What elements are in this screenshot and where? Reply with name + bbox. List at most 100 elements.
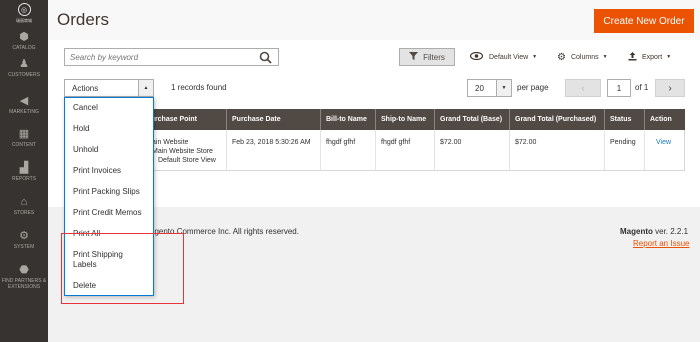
default-view-label: Default View [489,53,529,61]
per-page-select[interactable]: 20 ▼ [467,79,512,97]
admin-sidebar: ◎ 瑞丽商城 ⬢ CATALOG ♟ CUSTOMERS ◀ MARKETING… [0,0,48,342]
page-count: of 1 [635,83,649,92]
sidebar-item-label: REPORTS [11,176,37,182]
column-header-bill-to-name[interactable]: Bill-to Name [326,109,367,130]
sidebar-item-stores[interactable]: ⌂ STORES [0,196,48,216]
eye-icon [469,51,484,62]
per-page-label: per page [517,83,549,92]
columns-label: Columns [570,53,599,61]
cell-ship-to-name: fhgdf gfhf [381,139,411,146]
search-field[interactable] [64,48,279,66]
footer-copyright: agento Commerce Inc. All rights reserved… [150,227,299,236]
store-logo[interactable]: ◎ 瑞丽商城 [6,0,42,30]
sidebar-item-label: FIND PARTNERS & EXTENSIONS [1,278,47,290]
column-divider [604,109,605,130]
cell-purchase-point-1: ain Website [152,139,189,146]
search-input[interactable] [70,50,250,64]
chevron-left-icon: ‹ [581,82,585,94]
sidebar-item-label: MARKETING [9,109,39,115]
search-icon[interactable] [258,51,272,64]
columns-dropdown[interactable]: ⚙ Columns ▼ [557,49,608,65]
column-divider [226,109,227,130]
reports-icon: ▟ [19,162,29,174]
column-header-status[interactable]: Status [610,109,631,130]
filters-button[interactable]: Filters [399,48,455,66]
next-page-button[interactable]: › [655,79,685,97]
menu-item-print-shipping-labels[interactable]: Print Shipping Labels [73,250,143,270]
column-divider [434,109,435,130]
chevron-down-icon[interactable]: ▼ [496,80,511,96]
filter-icon [409,52,419,62]
menu-item-print-invoices[interactable]: Print Invoices [73,166,121,176]
sidebar-item-label: CONTENT [11,142,37,148]
view-order-link[interactable]: View [656,138,671,147]
column-header-purchase-date[interactable]: Purchase Date [232,109,281,130]
column-header-grand-total-purchased[interactable]: Grand Total (Purchased) [515,109,596,130]
sidebar-item-reports[interactable]: ▟ REPORTS [0,162,48,182]
system-icon: ⚙ [19,230,29,242]
gear-icon: ⚙ [557,51,566,63]
report-issue-link[interactable]: Report an Issue [633,239,689,248]
menu-item-unhold[interactable]: Unhold [73,145,98,155]
previous-page-button[interactable]: ‹ [565,79,601,97]
stores-icon: ⌂ [20,196,28,208]
logo-icon: ◎ [17,3,31,16]
sidebar-item-marketing[interactable]: ◀ MARKETING [0,95,48,115]
chevron-down-icon: ▼ [602,54,608,60]
cell-bill-to-name: fhgdf gfhf [326,139,356,146]
page-title: Orders [57,10,109,29]
cell-purchase-point-3: Default Store View [158,157,216,164]
cell-divider [644,130,645,171]
actions-select[interactable]: Actions ▲ [64,79,154,97]
cell-grand-total-base: $72.00 [440,139,462,146]
sidebar-item-content[interactable]: ▦ CONTENT [0,128,48,148]
column-header-grand-total-base[interactable]: Grand Total (Base) [440,109,502,130]
sidebar-item-label: SYSTEM [13,244,35,250]
chevron-up-icon[interactable]: ▲ [138,80,153,96]
sidebar-item-system[interactable]: ⚙ SYSTEM [0,230,48,250]
menu-item-cancel[interactable]: Cancel [73,103,98,113]
sidebar-item-label: STORES [13,210,35,216]
cell-divider [604,130,605,171]
menu-item-hold[interactable]: Hold [73,124,89,134]
column-divider [509,109,510,130]
sidebar-item-catalog[interactable]: ⬢ CATALOG [0,31,48,51]
export-icon [628,51,637,63]
cell-divider [375,130,376,171]
menu-item-print-all[interactable]: Print All [73,229,100,239]
export-dropdown[interactable]: Export ▼ [628,49,671,65]
sidebar-item-customers[interactable]: ♟ CUSTOMERS [0,58,48,78]
page-number-input[interactable]: 1 [607,79,631,97]
chevron-down-icon: ▼ [532,54,538,60]
export-label: Export [642,53,663,61]
menu-item-print-packing-slips[interactable]: Print Packing Slips [73,187,140,197]
chevron-right-icon: › [668,82,672,94]
partners-icon: ⬣ [19,264,29,276]
cell-divider [320,130,321,171]
cell-divider [434,130,435,171]
actions-label: Actions [72,83,99,93]
cell-grand-total-purchased: $72.00 [515,139,537,146]
cell-purchase-point-2: Main Website Store [152,148,213,155]
filters-label: Filters [423,52,445,62]
column-header-action: Action [650,116,672,123]
menu-item-print-credit-memos[interactable]: Print Credit Memos [73,208,141,218]
content-icon: ▦ [18,128,30,140]
default-view-dropdown[interactable]: Default View ▼ [469,49,538,65]
footer-version: Magento ver. 2.2.1 [620,227,688,236]
customers-icon: ♟ [19,58,29,70]
sidebar-item-label: CUSTOMERS [8,72,40,78]
sidebar-item-label: CATALOG [12,45,36,51]
column-divider [375,109,376,130]
actions-menu: Cancel Hold Unhold Print Invoices Print … [64,97,154,296]
column-header-ship-to-name[interactable]: Ship-to Name [381,109,426,130]
create-new-order-button[interactable]: Create New Order [594,9,694,33]
sidebar-item-partners[interactable]: ⬣ FIND PARTNERS & EXTENSIONS [0,264,48,290]
menu-item-delete[interactable]: Delete [73,281,96,291]
footer-version-number: ver. 2.2.1 [652,227,689,236]
cell-purchase-date: Feb 23, 2018 5:30:26 AM [232,139,311,146]
cell-divider [509,130,510,171]
cell-divider [226,130,227,171]
column-divider [644,109,645,130]
column-divider [320,109,321,130]
